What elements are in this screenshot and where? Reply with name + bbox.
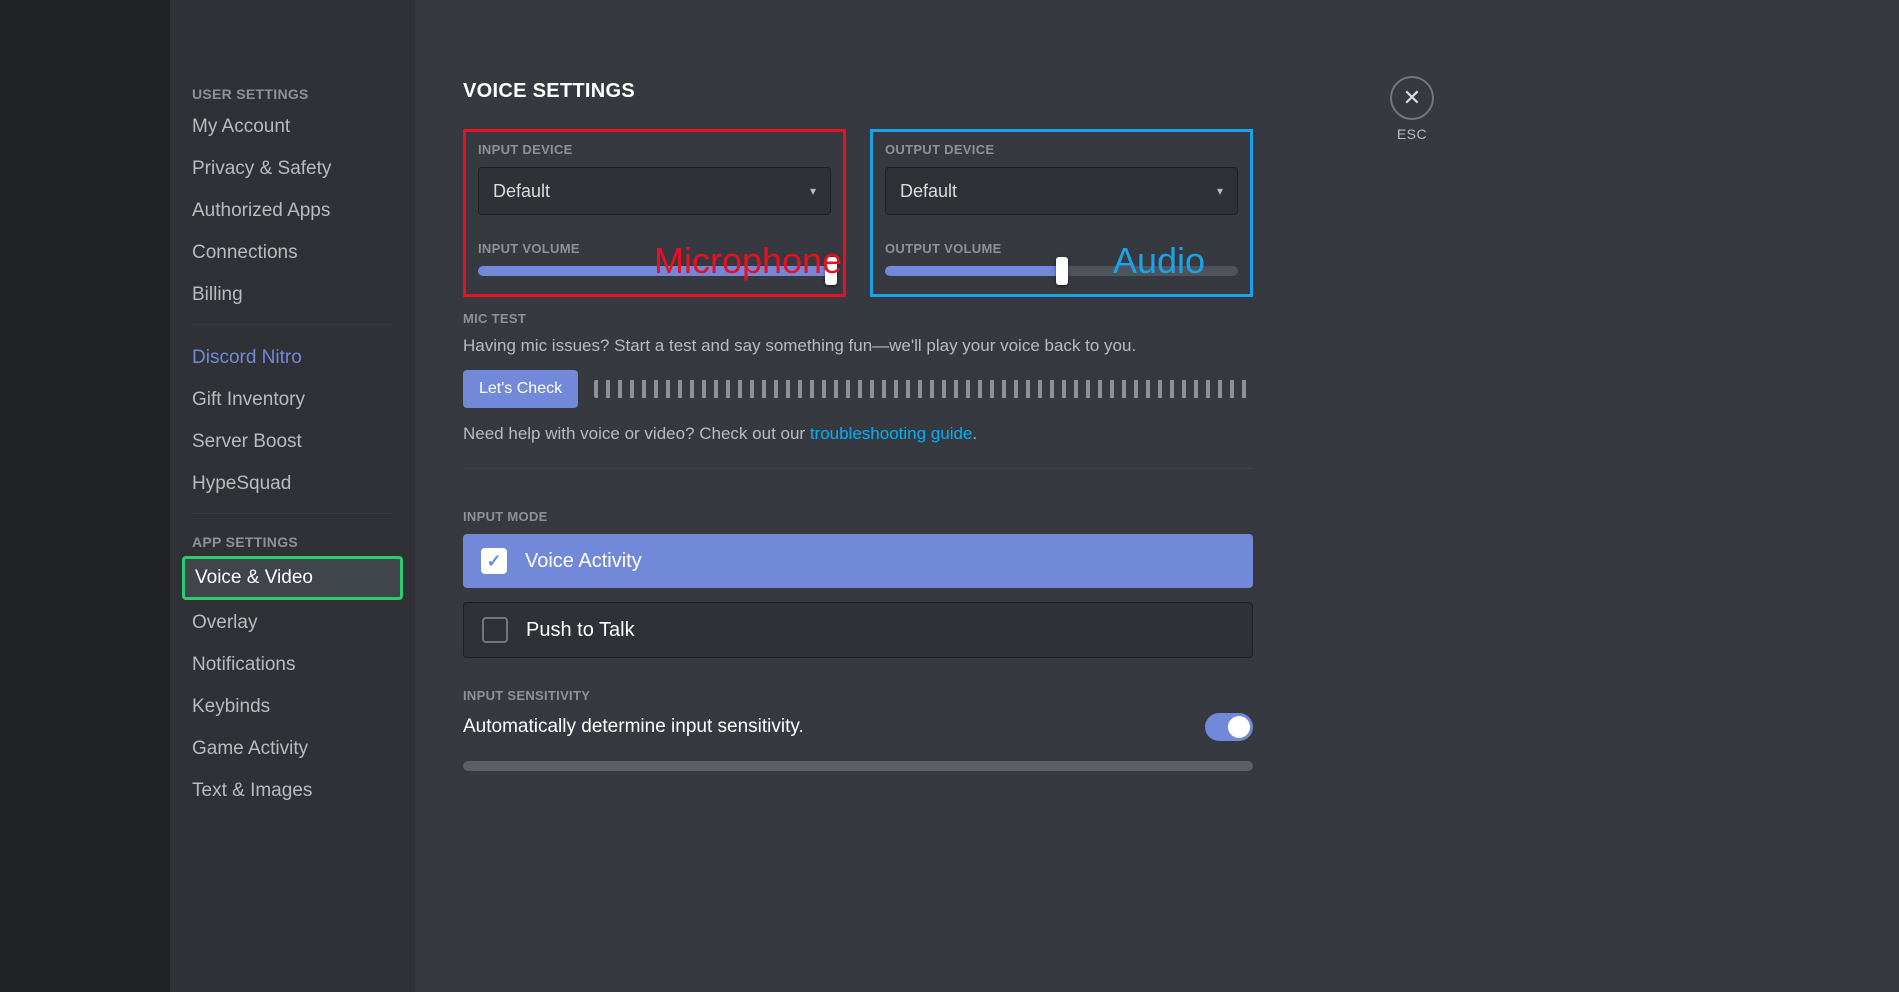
voice-activity-label: Voice Activity — [525, 550, 642, 573]
page-title: VOICE SETTINGS — [463, 80, 1253, 103]
mic-level-meter — [594, 380, 1253, 398]
sidebar-header-user: USER SETTINGS — [182, 80, 403, 108]
sidebar-item-voice-video[interactable]: Voice & Video — [182, 556, 403, 600]
sidebar-item-my-account[interactable]: My Account — [182, 108, 403, 146]
sidebar: USER SETTINGS My Account Privacy & Safet… — [170, 0, 415, 992]
auto-sensitivity-text: Automatically determine input sensitivit… — [463, 716, 804, 738]
output-device-select[interactable]: Default ▾ — [885, 167, 1238, 215]
sidebar-item-notifications[interactable]: Notifications — [182, 646, 403, 684]
check-icon: ✓ — [481, 548, 507, 574]
sidebar-item-discord-nitro[interactable]: Discord Nitro — [182, 339, 403, 377]
sidebar-item-gift-inventory[interactable]: Gift Inventory — [182, 381, 403, 419]
main-content: VOICE SETTINGS INPUT DEVICE Default ▾ IN… — [415, 0, 1504, 992]
close-label: ESC — [1397, 126, 1427, 142]
output-device-section: OUTPUT DEVICE Default ▾ OUTPUT VOLUME Au… — [870, 129, 1253, 297]
troubleshooting-link[interactable]: troubleshooting guide — [810, 424, 973, 443]
sidebar-item-overlay[interactable]: Overlay — [182, 604, 403, 642]
output-device-value: Default — [900, 181, 957, 202]
output-device-label: OUTPUT DEVICE — [885, 142, 1238, 157]
sidebar-item-text-images[interactable]: Text & Images — [182, 772, 403, 810]
divider — [463, 468, 1253, 469]
close-button[interactable]: ✕ — [1390, 76, 1434, 120]
sidebar-item-keybinds[interactable]: Keybinds — [182, 688, 403, 726]
input-device-label: INPUT DEVICE — [478, 142, 831, 157]
lets-check-button[interactable]: Let's Check — [463, 370, 578, 408]
gutter-left — [0, 0, 170, 992]
auto-sensitivity-toggle[interactable] — [1205, 713, 1253, 741]
push-to-talk-label: Push to Talk — [526, 619, 635, 642]
checkbox-empty-icon — [482, 617, 508, 643]
sidebar-header-app: APP SETTINGS — [182, 528, 403, 556]
sensitivity-bar — [463, 761, 1253, 771]
input-device-select[interactable]: Default ▾ — [478, 167, 831, 215]
gutter-right — [1504, 0, 1899, 992]
chevron-down-icon: ▾ — [1217, 184, 1223, 198]
mic-test-desc: Having mic issues? Start a test and say … — [463, 336, 1253, 356]
input-sensitivity-label: INPUT SENSITIVITY — [463, 688, 1253, 703]
sidebar-divider — [192, 513, 393, 514]
help-text: Need help with voice or video? Check out… — [463, 424, 1253, 444]
input-mode-voice-activity[interactable]: ✓ Voice Activity — [463, 534, 1253, 588]
annotation-microphone: Microphone — [654, 240, 842, 282]
input-device-section: INPUT DEVICE Default ▾ INPUT VOLUME Micr… — [463, 129, 846, 297]
input-mode-label: INPUT MODE — [463, 509, 1253, 524]
sidebar-item-connections[interactable]: Connections — [182, 234, 403, 272]
sidebar-item-authorized-apps[interactable]: Authorized Apps — [182, 192, 403, 230]
sidebar-item-server-boost[interactable]: Server Boost — [182, 423, 403, 461]
sidebar-item-game-activity[interactable]: Game Activity — [182, 730, 403, 768]
sidebar-item-billing[interactable]: Billing — [182, 276, 403, 314]
sidebar-divider — [192, 324, 393, 325]
annotation-audio: Audio — [1113, 240, 1205, 282]
chevron-down-icon: ▾ — [810, 184, 816, 198]
sidebar-item-privacy-safety[interactable]: Privacy & Safety — [182, 150, 403, 188]
mic-test-label: MIC TEST — [463, 311, 1253, 326]
close-icon: ✕ — [1403, 85, 1421, 111]
input-device-value: Default — [493, 181, 550, 202]
input-mode-push-to-talk[interactable]: Push to Talk — [463, 602, 1253, 658]
sidebar-item-hypesquad[interactable]: HypeSquad — [182, 465, 403, 503]
